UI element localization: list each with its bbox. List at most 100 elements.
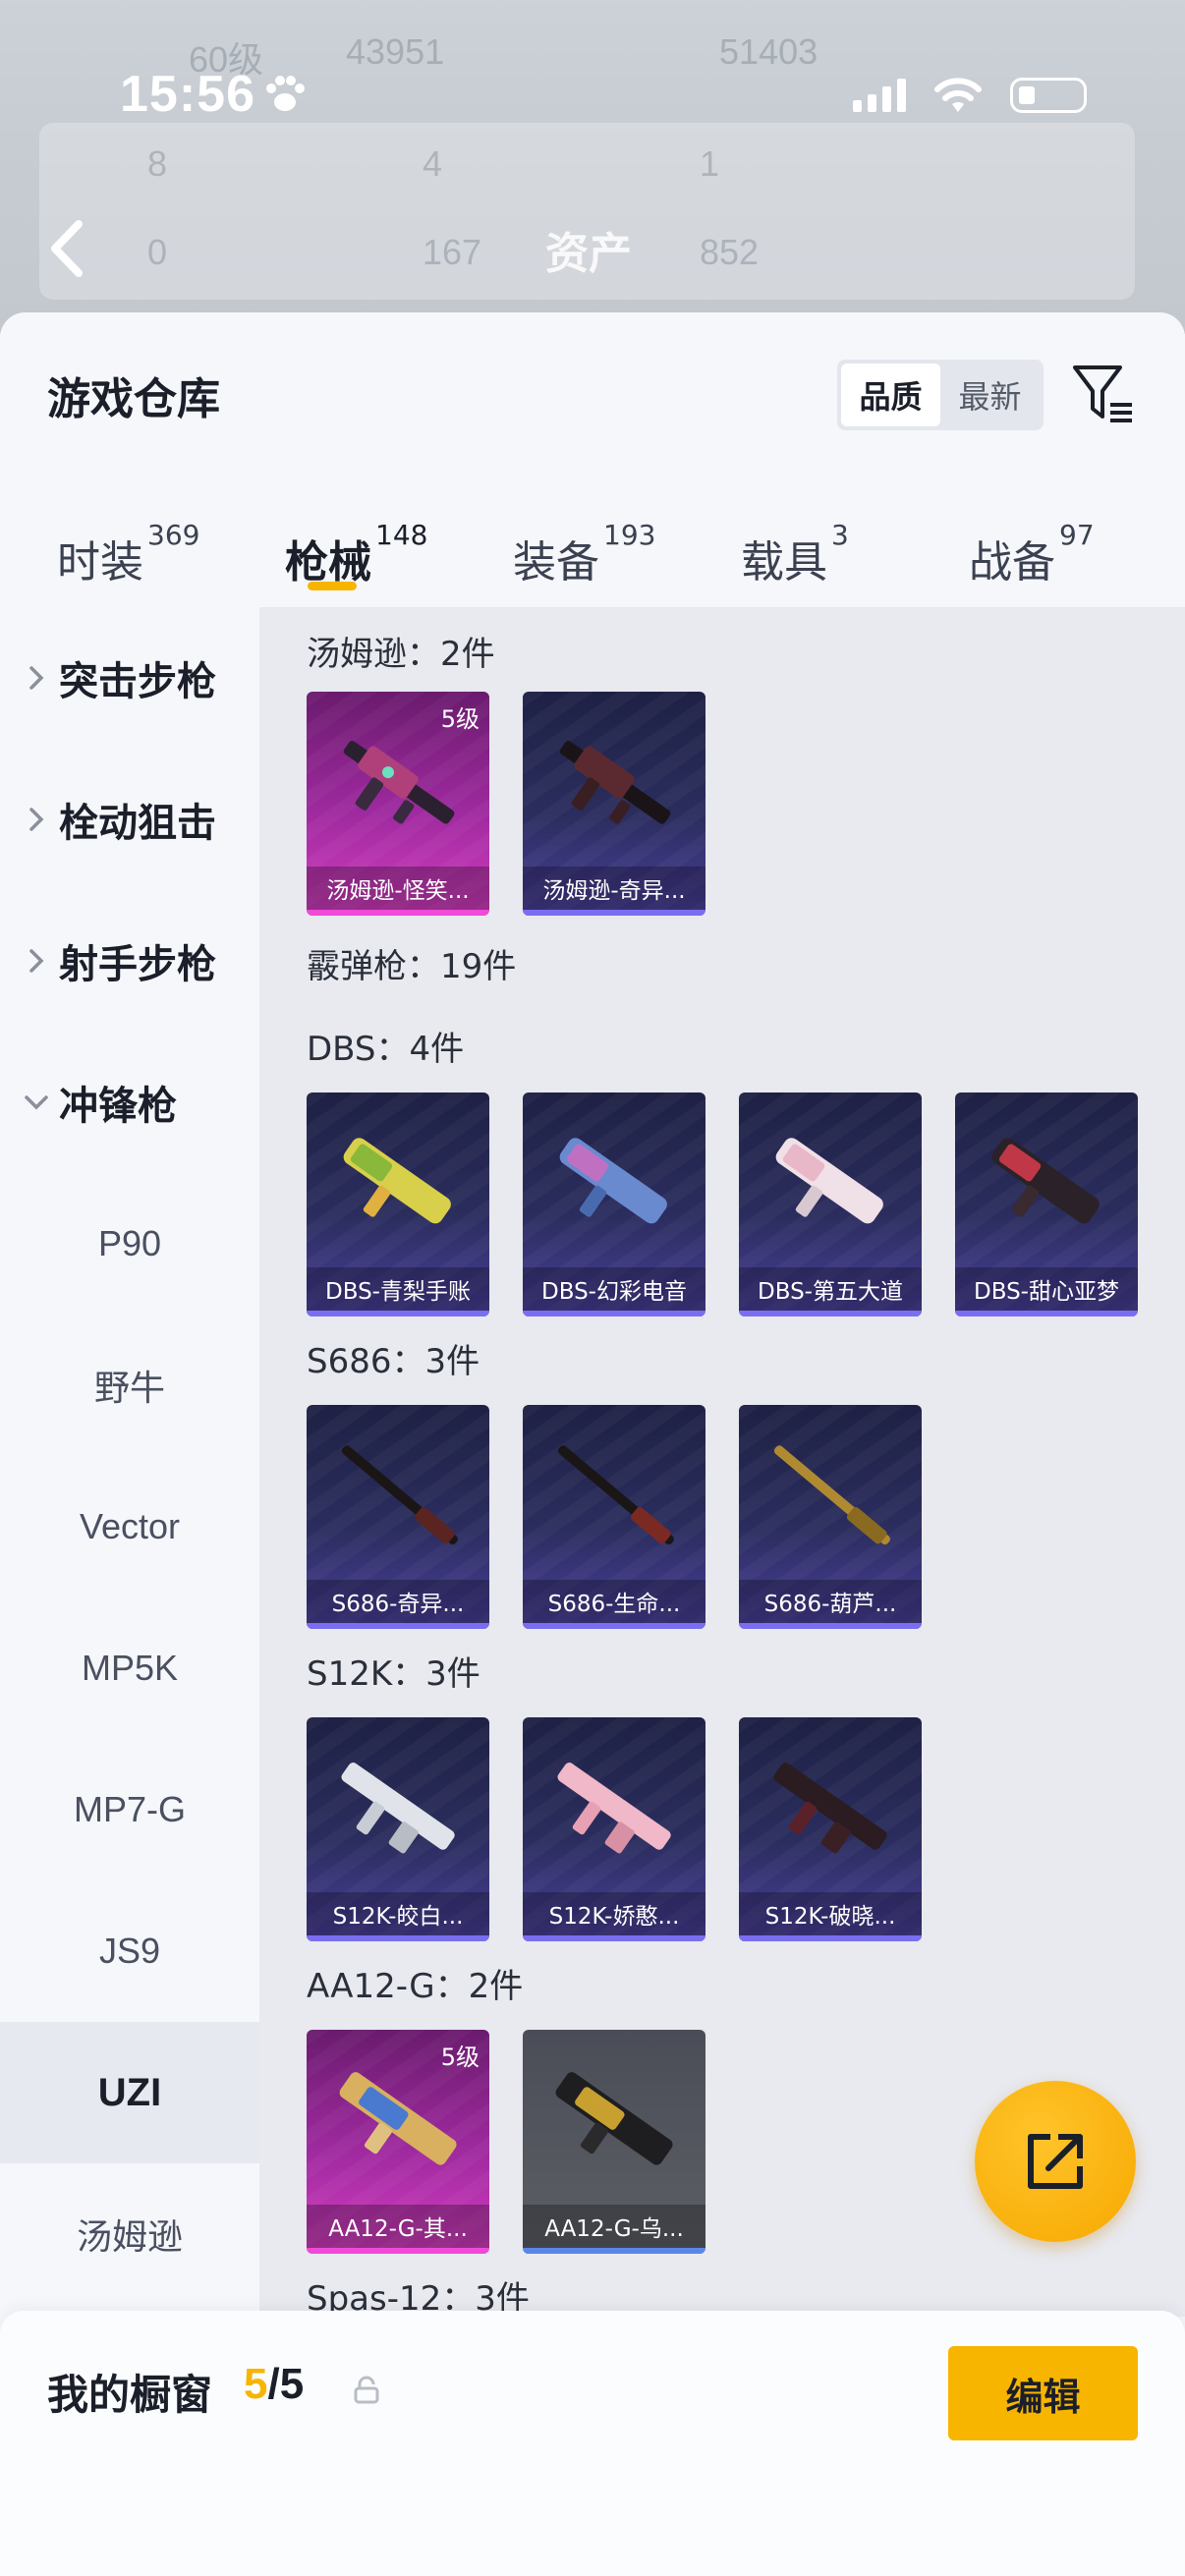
tab-fashion[interactable]: 时装 369 [57, 489, 199, 597]
weapon-card[interactable]: DBS-第五大道 [739, 1092, 922, 1316]
weapon-card[interactable]: S686-奇异... [307, 1405, 489, 1629]
filter-icon[interactable] [1071, 362, 1136, 426]
tab-label: 载具 [741, 537, 827, 588]
weapon-card[interactable]: S12K-皎白... [307, 1717, 489, 1941]
bg-stat: 167 [423, 232, 482, 272]
warehouse-sheet: 游戏仓库 品质 最新 时装 369 枪械 148 装备 193 载具 3 战备 … [0, 312, 1185, 2576]
tab-count: 3 [831, 519, 849, 551]
weapon-card[interactable]: AA12-G-乌... [523, 2030, 705, 2254]
warehouse-header: 游戏仓库 品质 最新 时装 369 枪械 148 装备 193 载具 3 战备 … [0, 312, 1185, 607]
category-tabs: 时装 369 枪械 148 装备 193 载具 3 战备 97 [0, 489, 1185, 607]
tab-count: 97 [1059, 519, 1095, 551]
weapon-name: S686-奇异... [307, 1580, 489, 1623]
weapon-icon [773, 1445, 890, 1545]
battery-icon [1010, 78, 1087, 113]
weapon-name: AA12-G-乌... [523, 2205, 705, 2248]
weapon-card[interactable]: DBS-甜心亚梦 [955, 1092, 1138, 1316]
showcase-current: 5 [244, 2360, 268, 2408]
weapon-name: DBS-青梨手账 [307, 1267, 489, 1311]
sidebar-subitem-uzi[interactable]: UZI [0, 2022, 259, 2163]
weapon-card[interactable]: 5级 AA12-G-其... [307, 2030, 489, 2254]
active-tab-indicator [308, 582, 357, 590]
weapon-name: S12K-破晓... [739, 1892, 922, 1935]
sidebar-item-label: 射手步枪 [59, 942, 216, 987]
share-icon [1028, 2134, 1083, 2189]
level-badge: 5级 [440, 705, 480, 733]
weapon-list: 汤姆逊：2件 5级 汤姆逊-怪笑... 汤姆逊-奇异... 霰弹枪：19件 DB… [259, 607, 1185, 2317]
tab-label: 装备 [513, 537, 599, 588]
group-title: AA12-G：2件 [307, 1967, 524, 2006]
background-header: 60级 43951 51403 8 4 1 0 167 852 15:56 资产 [0, 0, 1185, 334]
edit-button[interactable]: 编辑 [948, 2346, 1138, 2440]
sidebar-item-marksman-rifle[interactable]: 射手步枪 [0, 890, 259, 1032]
group-title: S686：3件 [307, 1342, 480, 1381]
sidebar-subitem-bizon[interactable]: 野牛 [0, 1315, 259, 1456]
tab-supplies[interactable]: 战备 97 [969, 489, 1095, 597]
weapon-icon [555, 2072, 673, 2165]
weapon-name: S12K-娇憨... [523, 1892, 705, 1935]
weapon-icon [775, 1138, 883, 1224]
tab-count: 148 [375, 519, 428, 551]
sidebar-item-assault-rifle[interactable]: 突击步枪 [0, 607, 259, 749]
group-title: 汤姆逊：2件 [307, 635, 495, 674]
bg-stat: 852 [700, 232, 760, 272]
sidebar-subitem-thompson[interactable]: 汤姆逊 [0, 2163, 259, 2305]
weapon-icon [557, 1445, 674, 1545]
sidebar-subitem-vector[interactable]: Vector [0, 1456, 259, 1597]
chevron-right-icon [29, 808, 44, 831]
status-time: 15:56 [120, 66, 255, 123]
weapon-card[interactable]: 汤姆逊-奇异... [523, 692, 705, 916]
warehouse-title: 游戏仓库 [47, 374, 220, 424]
weapon-name: S12K-皎白... [307, 1892, 489, 1935]
sidebar-item-label: 突击步枪 [59, 659, 216, 704]
weapon-card[interactable]: S12K-破晓... [739, 1717, 922, 1941]
weapon-card[interactable]: S686-生命... [523, 1405, 705, 1629]
sidebar-subitem-js9[interactable]: JS9 [0, 1880, 259, 2022]
bg-stat: 43951 [346, 31, 445, 72]
weapon-card[interactable]: S12K-娇憨... [523, 1717, 705, 1941]
sidebar-item-bolt-sniper[interactable]: 栓动狙击 [0, 749, 259, 890]
showcase-max: 5 [279, 2360, 305, 2408]
tab-count: 193 [603, 519, 656, 551]
weapon-card[interactable]: DBS-幻彩电音 [523, 1092, 705, 1316]
weapon-card[interactable]: 5级 汤姆逊-怪笑... [307, 692, 489, 916]
weapon-name: 汤姆逊-怪笑... [307, 867, 489, 910]
status-icons [853, 77, 1087, 114]
back-arrow-icon[interactable] [41, 214, 90, 283]
tab-vehicles[interactable]: 载具 3 [741, 489, 849, 597]
sidebar-subitem-p90[interactable]: P90 [0, 1173, 259, 1315]
tab-firearms[interactable]: 枪械 148 [285, 489, 427, 597]
weapon-card[interactable]: DBS-青梨手账 [307, 1092, 489, 1316]
sort-newest-option[interactable]: 最新 [940, 364, 1040, 426]
sidebar-item-label: 栓动狙击 [59, 801, 216, 846]
weapon-icon [341, 1445, 458, 1545]
weapon-icon [991, 1138, 1100, 1224]
weapon-card[interactable]: S686-葫芦... [739, 1405, 922, 1629]
tab-label: 战备 [969, 537, 1055, 588]
share-button[interactable] [975, 2081, 1136, 2242]
wifi-icon [934, 78, 982, 112]
sidebar-item-label: 冲锋枪 [59, 1084, 177, 1129]
sidebar-subitem-mp5k[interactable]: MP5K [0, 1597, 259, 1739]
tab-equipment[interactable]: 装备 193 [513, 489, 655, 597]
weapon-icon [341, 1763, 455, 1854]
sort-toggle: 品质 最新 [837, 360, 1044, 430]
weapon-name: DBS-第五大道 [739, 1267, 922, 1311]
chevron-down-icon [25, 1095, 48, 1110]
group-title: DBS：4件 [307, 1030, 465, 1069]
weapon-name: S686-生命... [523, 1580, 705, 1623]
paw-icon [266, 76, 305, 111]
sidebar-subitem-mp7g[interactable]: MP7-G [0, 1739, 259, 1880]
showcase-bar: 我的橱窗 5/5 编辑 [0, 2311, 1185, 2576]
weapon-name: DBS-甜心亚梦 [955, 1267, 1138, 1311]
weapon-name: 汤姆逊-奇异... [523, 867, 705, 910]
group-title: S12K：3件 [307, 1654, 480, 1694]
bg-stat: 51403 [719, 31, 818, 72]
bg-stat: 1 [700, 143, 720, 184]
chevron-right-icon [29, 666, 44, 690]
sidebar-item-smg[interactable]: 冲锋枪 [0, 1032, 259, 1173]
sort-quality-option[interactable]: 品质 [841, 364, 940, 426]
showcase-label: 我的橱窗 [47, 2371, 213, 2419]
chevron-right-icon [29, 949, 44, 973]
weapon-name: DBS-幻彩电音 [523, 1267, 705, 1311]
